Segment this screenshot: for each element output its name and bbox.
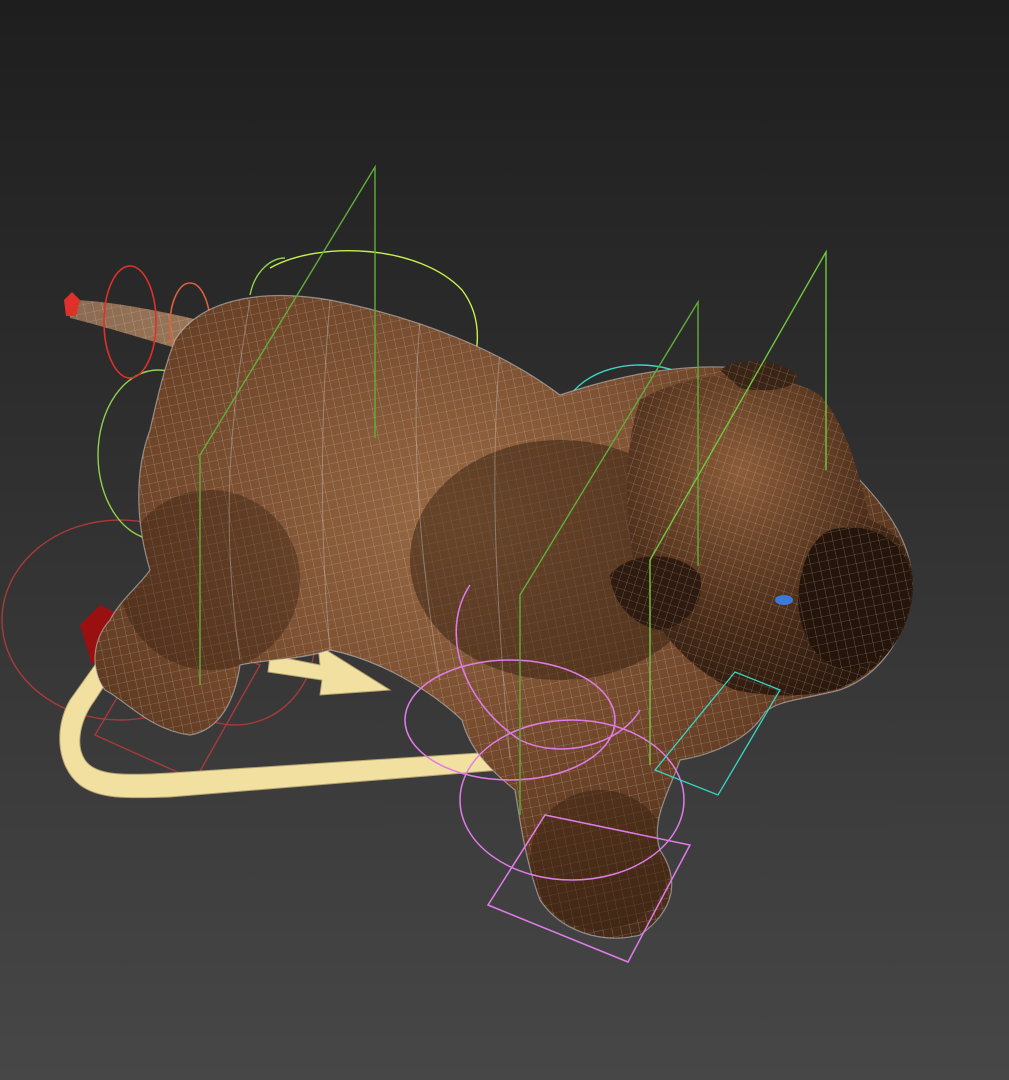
eye — [775, 595, 793, 605]
viewport-3d[interactable] — [0, 0, 1009, 1080]
viewport-canvas[interactable] — [0, 0, 1009, 1080]
